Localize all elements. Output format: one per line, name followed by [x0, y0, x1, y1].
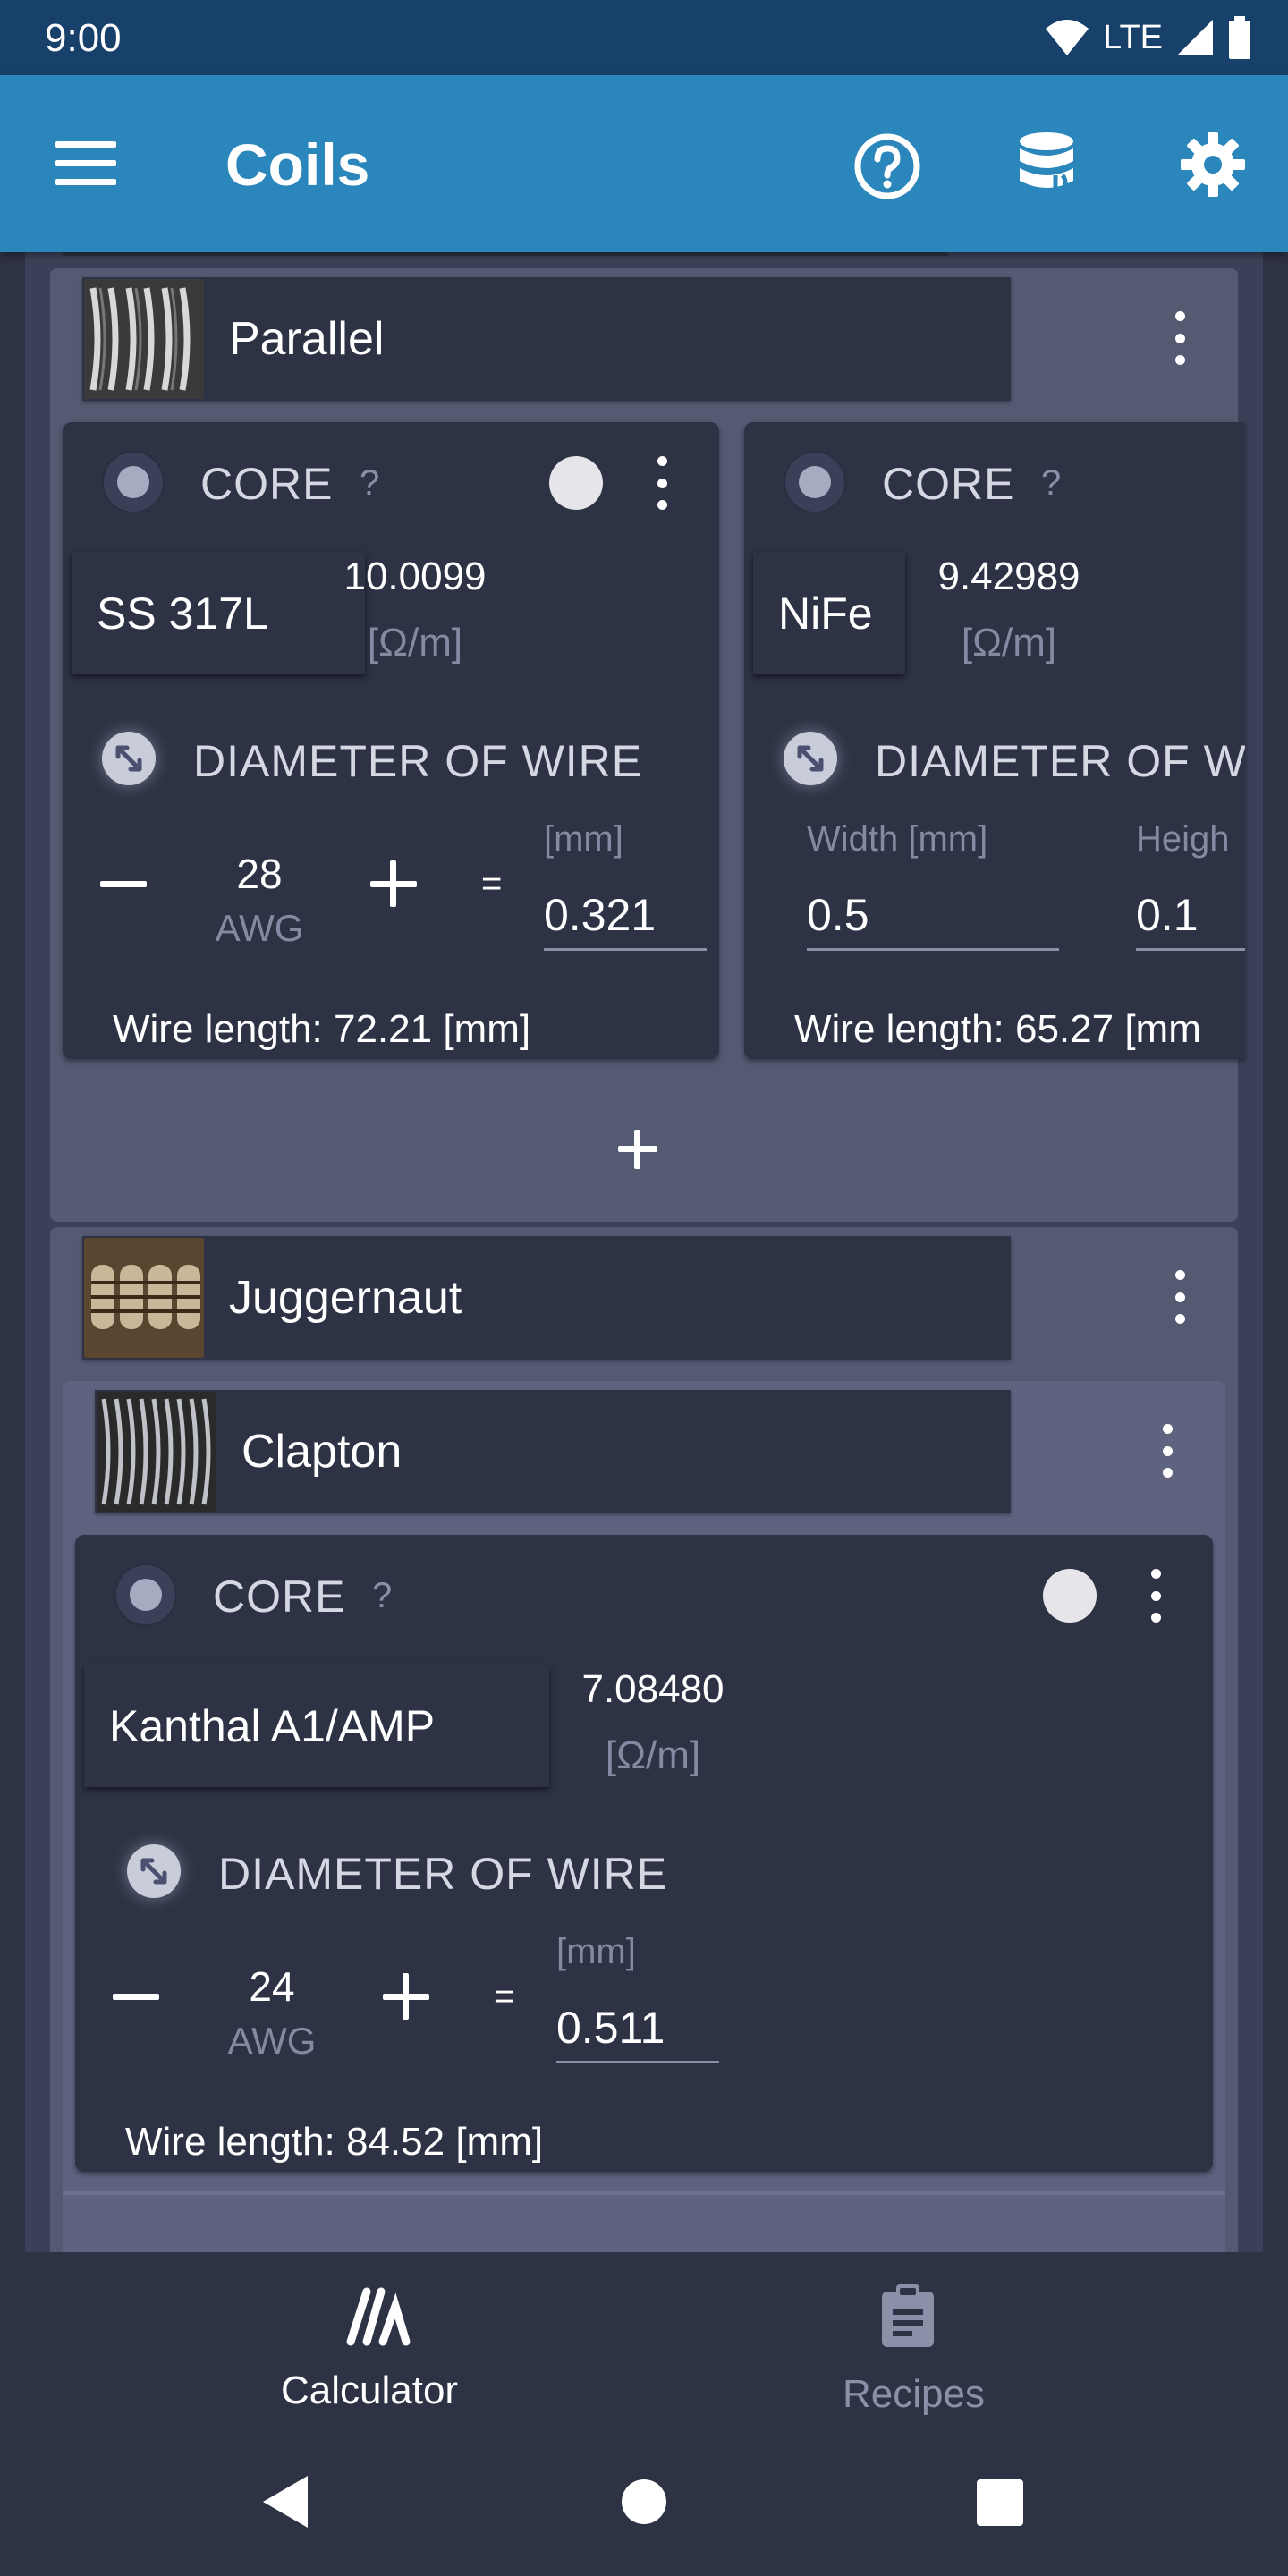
- coil-name-bar[interactable]: Juggernaut: [82, 1236, 1011, 1360]
- coil-thumbnail: [84, 279, 204, 399]
- wire-length: Wire length: 65.27 [mm: [794, 1007, 1201, 1051]
- awg-value: 28: [236, 851, 283, 897]
- wire-menu-icon[interactable]: [651, 456, 673, 510]
- gear-icon[interactable]: [1179, 131, 1247, 199]
- status-icons: LTE: [1044, 13, 1252, 63]
- coil-thumbnail: [84, 1238, 204, 1358]
- menu-icon[interactable]: [55, 141, 116, 186]
- clipboard-icon: [882, 2284, 934, 2347]
- core-help[interactable]: ?: [1041, 463, 1061, 504]
- group-menu-icon[interactable]: [1169, 311, 1191, 365]
- coil-name-bar[interactable]: Clapton: [95, 1390, 1011, 1513]
- diameter-label: DIAMETER OF WIRE: [193, 736, 643, 786]
- core-label: CORE: [213, 1572, 346, 1622]
- coil-subgroup: Clapton CORE ? Kanthal A1/AMP 7.08480 [Ω…: [63, 1381, 1225, 2252]
- diameter-input[interactable]: 0.511: [556, 2002, 719, 2063]
- back-icon[interactable]: [259, 2474, 309, 2529]
- material-selector[interactable]: NiFe: [753, 553, 905, 674]
- core-label: CORE: [200, 459, 334, 509]
- increment-button-vertical[interactable]: [390, 860, 396, 907]
- nav-label: Calculator: [281, 2368, 459, 2412]
- overview-icon[interactable]: [977, 2479, 1023, 2526]
- signal-icon: [1177, 20, 1213, 55]
- width-label: Width [mm]: [807, 819, 988, 859]
- battery-icon: [1229, 16, 1250, 59]
- nav-recipes[interactable]: Recipes: [805, 2270, 1011, 2422]
- wire-length: Wire length: 84.52 [mm]: [125, 2120, 544, 2164]
- resistance-unit: [Ω/m]: [367, 621, 463, 665]
- awg-unit: AWG: [227, 2020, 317, 2062]
- diameter-icon[interactable]: [784, 732, 837, 785]
- color-dot[interactable]: [549, 456, 603, 510]
- resistance-value: 7.08480: [581, 1667, 724, 1711]
- coil-name-bar[interactable]: Parallel: [82, 277, 1011, 401]
- coil-name: Clapton: [242, 1426, 402, 1478]
- wire-length: Wire length: 72.21 [mm]: [113, 1007, 531, 1051]
- group-menu-icon[interactable]: [1169, 1270, 1191, 1324]
- nav-calculator[interactable]: Calculator: [268, 2270, 492, 2422]
- color-dot[interactable]: [1043, 1569, 1097, 1623]
- awg-value: 24: [249, 1963, 295, 2010]
- coils-list[interactable]: Parallel CORE ? SS 317L 10.0099 [Ω/m] DI…: [0, 252, 1288, 2252]
- system-nav-bar: [0, 2435, 1288, 2576]
- core-radio[interactable]: [104, 453, 163, 512]
- core-radio[interactable]: [116, 1565, 175, 1624]
- page-title: Coils: [225, 131, 370, 198]
- increment-button-vertical[interactable]: [402, 1973, 409, 2020]
- nav-label: Recipes: [843, 2372, 985, 2416]
- calculator-icon: [346, 2287, 411, 2346]
- diameter-label: DIAMETER OF W: [875, 736, 1245, 786]
- diameter-label: DIAMETER OF WIRE: [218, 1849, 668, 1899]
- wire-menu-icon[interactable]: [1145, 1569, 1166, 1623]
- home-icon[interactable]: [622, 2479, 666, 2524]
- resistance-unit: [Ω/m]: [961, 621, 1057, 665]
- coil-group: Parallel CORE ? SS 317L 10.0099 [Ω/m] DI…: [50, 268, 1245, 1222]
- help-icon[interactable]: [853, 132, 921, 200]
- material-selector[interactable]: SS 317L: [72, 553, 365, 674]
- decrement-button[interactable]: [100, 881, 147, 887]
- core-help[interactable]: ?: [360, 463, 379, 504]
- equals-sign: =: [481, 864, 503, 903]
- mm-unit: [mm]: [544, 819, 623, 859]
- subgroup-menu-icon[interactable]: [1157, 1424, 1178, 1478]
- resistance-value: 9.42989: [937, 555, 1080, 598]
- resistance-unit: [Ω/m]: [605, 1733, 701, 1777]
- awg-unit: AWG: [215, 907, 304, 949]
- coil-thumbnail: [97, 1392, 216, 1512]
- wire-card: CORE ? SS 317L 10.0099 [Ω/m] DIAMETER OF…: [63, 422, 719, 1059]
- diameter-input[interactable]: 0.321: [544, 889, 707, 951]
- diameter-icon[interactable]: [127, 1844, 181, 1898]
- core-help[interactable]: ?: [372, 1576, 392, 1616]
- wire-card: CORE ? NiFe 9.42989 [Ω/m] DIAMETER OF W …: [744, 422, 1245, 1059]
- bottom-nav: Calculator Recipes: [0, 2252, 1288, 2435]
- status-time: 9:00: [45, 16, 122, 60]
- equals-sign: =: [494, 1977, 515, 2016]
- add-wire-bar: [63, 2191, 1225, 2195]
- network-type: LTE: [1103, 18, 1163, 56]
- wire-card: CORE ? Kanthal A1/AMP 7.08480 [Ω/m] DIAM…: [75, 1535, 1213, 2172]
- material-selector[interactable]: Kanthal A1/AMP: [84, 1665, 549, 1787]
- height-input[interactable]: 0.1: [1136, 889, 1245, 951]
- app-bar: Coils: [0, 75, 1288, 252]
- coil-name: Juggernaut: [229, 1272, 462, 1324]
- status-bar: 9:00 LTE: [0, 0, 1288, 75]
- scroll-edge-right: [1263, 252, 1288, 2252]
- resistance-value: 10.0099: [343, 555, 487, 598]
- mm-unit: [mm]: [556, 1932, 636, 1971]
- diameter-icon[interactable]: [102, 732, 156, 785]
- core-radio[interactable]: [785, 453, 844, 512]
- decrement-button[interactable]: [113, 1994, 159, 2000]
- core-label: CORE: [882, 459, 1015, 509]
- coil-name: Parallel: [229, 313, 385, 365]
- database-icon[interactable]: [1016, 131, 1082, 202]
- coil-group: Juggernaut Clapton CORE ? Kanthal A1/AMP…: [50, 1227, 1238, 2252]
- height-label: Heigh: [1136, 819, 1230, 859]
- width-input[interactable]: 0.5: [807, 889, 1059, 951]
- wifi-icon: [1046, 20, 1089, 55]
- scroll-edge-left: [0, 252, 25, 2252]
- add-wire-button[interactable]: [606, 1118, 669, 1181]
- divider: [63, 252, 948, 256]
